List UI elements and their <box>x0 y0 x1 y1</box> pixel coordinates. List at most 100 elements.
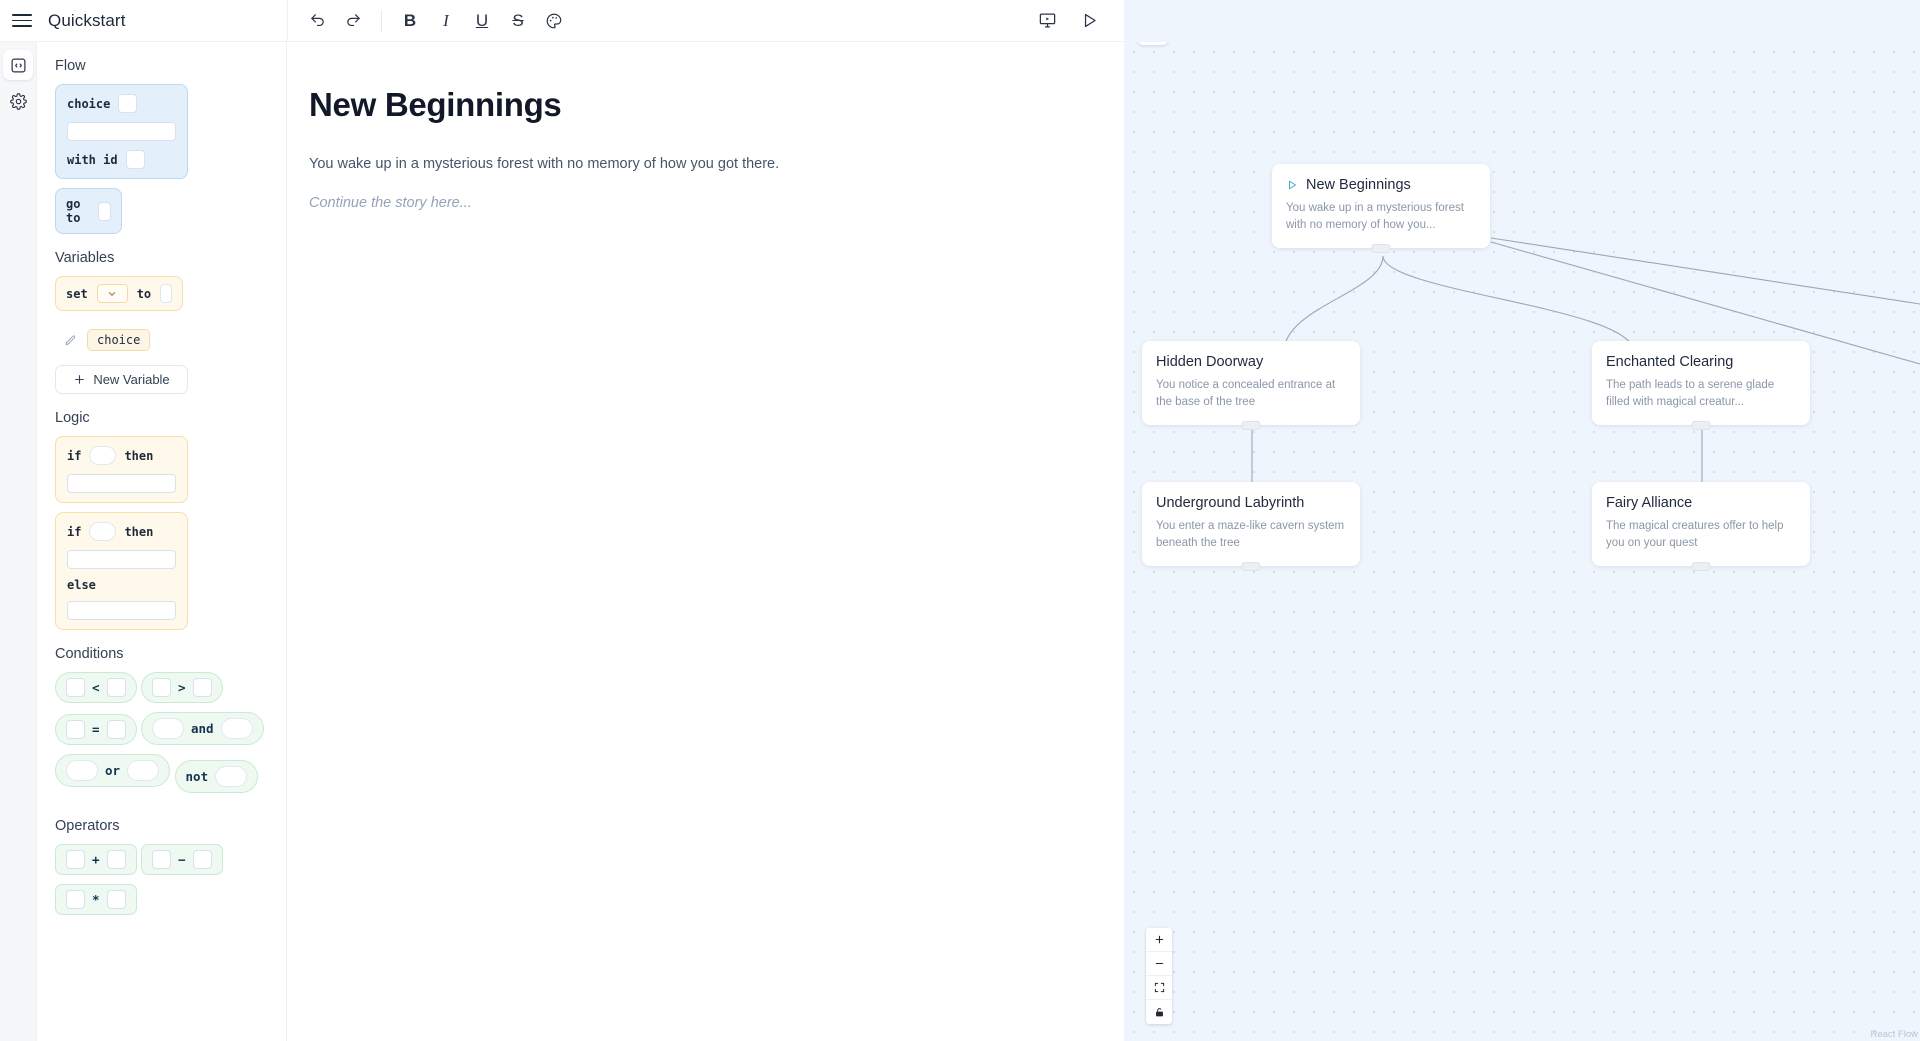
operator-label-eq: = <box>92 722 100 737</box>
or-left-slot[interactable] <box>66 760 98 781</box>
minus-left-slot[interactable] <box>151 850 171 869</box>
if-else-then-body-slot[interactable] <box>67 550 176 569</box>
flow-node-handle[interactable] <box>1691 421 1711 431</box>
section-title-logic: Logic <box>55 410 90 426</box>
flow-node-new-beginnings[interactable]: New Beginnings You wake up in a mysterio… <box>1272 164 1490 254</box>
section-title-variables: Variables <box>55 250 115 266</box>
block-if-then[interactable]: if then <box>55 436 188 503</box>
redo-button[interactable] <box>336 4 370 38</box>
rail-item-blocks[interactable] <box>3 50 33 80</box>
plus-right-slot[interactable] <box>106 850 126 869</box>
gt-left-slot[interactable] <box>151 678 171 697</box>
top-bar-canvas-area <box>1124 0 1920 42</box>
block-set-variable[interactable]: set to <box>55 276 184 311</box>
block-or[interactable]: or <box>55 754 171 787</box>
choice-value-slot[interactable] <box>118 94 138 113</box>
edge-root-offscreen-1 <box>1490 237 1920 305</box>
flow-node-hidden-doorway[interactable]: Hidden Doorway You notice a concealed en… <box>1142 341 1360 431</box>
hamburger-icon[interactable] <box>10 9 34 33</box>
react-flow-attribution[interactable]: React Flow <box>1870 1029 1918 1040</box>
eq-left-slot[interactable] <box>66 720 85 739</box>
block-choice[interactable]: choice with id <box>55 84 188 179</box>
go-to-target-slot[interactable] <box>97 201 111 221</box>
chevron-down-icon <box>109 291 116 296</box>
format-toolbar: B I U S <box>287 0 1124 42</box>
block-greater-than[interactable]: > <box>140 672 223 703</box>
underline-button[interactable]: U <box>465 4 499 38</box>
variable-chip-choice[interactable]: choice <box>87 329 151 351</box>
flow-node-handle[interactable] <box>1371 244 1391 254</box>
run-button[interactable] <box>1072 4 1106 38</box>
bold-button[interactable]: B <box>393 4 427 38</box>
if-else-else-body-slot[interactable] <box>67 601 176 620</box>
block-keyword-if-2: if <box>67 524 82 539</box>
operator-label-minus: − <box>177 852 186 867</box>
zoom-out-button[interactable] <box>1146 952 1172 976</box>
block-go-to[interactable]: go to <box>55 188 122 234</box>
block-minus[interactable]: − <box>140 844 223 875</box>
multiply-right-slot[interactable] <box>106 890 126 909</box>
block-and[interactable]: and <box>140 712 264 745</box>
canvas-controls <box>1146 928 1172 1024</box>
block-less-than[interactable]: < <box>55 672 137 703</box>
flow-canvas[interactable]: New Beginnings You wake up in a mysterio… <box>1124 42 1920 1041</box>
preview-button[interactable] <box>1030 4 1064 38</box>
italic-button[interactable]: I <box>429 4 463 38</box>
if-condition-slot[interactable] <box>89 446 117 465</box>
or-right-slot[interactable] <box>127 760 160 781</box>
if-body-slot[interactable] <box>67 474 176 493</box>
block-keyword-then-2: then <box>124 524 154 539</box>
block-multiply[interactable]: * <box>55 884 137 915</box>
story-editor[interactable]: New Beginnings You wake up in a mysterio… <box>287 42 1124 1041</box>
set-value-slot[interactable] <box>160 284 173 303</box>
set-variable-dropdown[interactable] <box>96 284 128 303</box>
plus-left-slot[interactable] <box>66 850 85 869</box>
lt-left-slot[interactable] <box>66 678 85 697</box>
edge-root-to-hidden-doorway <box>1280 255 1384 353</box>
choice-id-slot[interactable] <box>125 150 145 169</box>
story-title[interactable]: New Beginnings <box>309 86 1124 124</box>
flow-node-underground-labyrinth[interactable]: Underground Labyrinth You enter a maze-l… <box>1142 482 1360 572</box>
flow-node-fairy-alliance[interactable]: Fairy Alliance The magical creatures off… <box>1592 482 1810 572</box>
auto-layout-button[interactable] <box>1137 42 1169 45</box>
multiply-left-slot[interactable] <box>66 890 85 909</box>
and-right-slot[interactable] <box>220 718 253 739</box>
undo-button[interactable] <box>300 4 334 38</box>
lt-right-slot[interactable] <box>106 678 126 697</box>
rail-item-settings[interactable] <box>3 86 33 116</box>
zoom-in-button[interactable] <box>1146 928 1172 952</box>
block-keyword-set: set <box>66 286 88 301</box>
pencil-icon[interactable] <box>64 334 77 347</box>
story-placeholder[interactable]: Continue the story here... <box>309 195 1124 211</box>
flow-node-description: You notice a concealed entrance at the b… <box>1156 379 1336 408</box>
block-not[interactable]: not <box>174 760 259 793</box>
flow-node-enchanted-clearing[interactable]: Enchanted Clearing The path leads to a s… <box>1592 341 1810 431</box>
plus-icon <box>75 375 85 384</box>
block-palette: Flow choice with id go to Variables set … <box>37 42 287 1041</box>
eq-right-slot[interactable] <box>106 720 126 739</box>
block-plus[interactable]: + <box>55 844 137 875</box>
flow-node-handle[interactable] <box>1241 562 1261 572</box>
block-keyword-then: then <box>124 448 154 463</box>
story-paragraph[interactable]: You wake up in a mysterious forest with … <box>309 156 1124 172</box>
text-color-button[interactable] <box>537 4 571 38</box>
fit-view-button[interactable] <box>1146 976 1172 1000</box>
minus-right-slot[interactable] <box>192 850 212 869</box>
gt-right-slot[interactable] <box>192 678 212 697</box>
new-variable-button[interactable]: New Variable <box>55 365 188 394</box>
choice-text-slot[interactable] <box>67 122 176 141</box>
play-icon <box>1084 13 1096 28</box>
block-keyword-else: else <box>67 578 96 592</box>
block-equals[interactable]: = <box>55 714 137 745</box>
not-operand-slot[interactable] <box>215 766 248 787</box>
flow-node-handle[interactable] <box>1241 421 1261 431</box>
strikethrough-button[interactable]: S <box>501 4 535 38</box>
flow-node-handle[interactable] <box>1691 562 1711 572</box>
operator-label-and: and <box>190 721 214 736</box>
lock-button[interactable] <box>1146 1000 1172 1024</box>
block-if-then-else[interactable]: if then else <box>55 512 188 630</box>
if-else-condition-slot[interactable] <box>89 522 117 541</box>
and-left-slot[interactable] <box>151 718 184 739</box>
strikethrough-label: S <box>512 11 524 30</box>
flow-node-title: Enchanted Clearing <box>1606 354 1796 370</box>
